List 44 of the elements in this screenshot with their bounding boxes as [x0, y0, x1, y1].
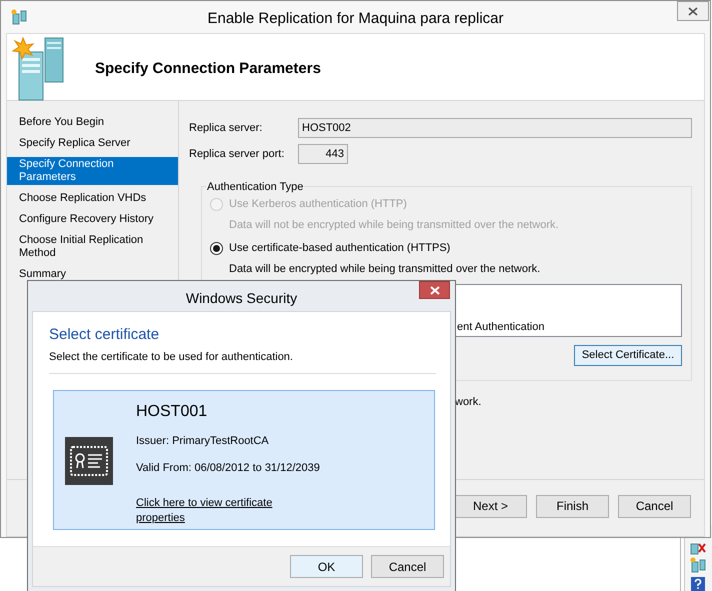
select-certificate-button[interactable]: Select Certificate... — [574, 345, 682, 366]
button[interactable]: Cancel — [618, 494, 691, 518]
certificate-list: ent Authentication — [455, 284, 682, 337]
radio-button[interactable] — [210, 242, 223, 255]
button[interactable]: Finish — [536, 494, 609, 518]
nav-item[interactable]: Specify Replica Server — [7, 136, 178, 151]
field-label: Replica server port: — [189, 146, 286, 162]
field-label: Replica server: — [189, 120, 264, 136]
close-button[interactable] — [419, 281, 450, 299]
button[interactable]: Next > — [454, 494, 527, 518]
nav-item[interactable]: Choose Initial Replication Method — [7, 233, 178, 261]
nav-item[interactable]: Summary — [7, 267, 178, 282]
dialog-instruction: Select the certificate to be used for authentication. — [49, 350, 294, 364]
radio-label: Use Kerberos authentication (HTTP) — [229, 197, 407, 212]
note-text: work. — [455, 395, 482, 410]
option-description: Data will be encrypted while being transmitted over the network. — [229, 262, 542, 276]
page-heading: Specify Connection Parameters — [95, 58, 321, 79]
dialog-title: Windows Security — [186, 289, 298, 308]
button[interactable]: Cancel — [371, 555, 444, 578]
radio-label: Use certificate-based authentication (HTTPS) — [229, 241, 450, 256]
nav-item[interactable]: Choose Replication VHDs — [7, 191, 178, 206]
certificate-icon — [65, 437, 113, 485]
certificate-issuer: Issuer: PrimaryTestRootCA — [136, 434, 270, 449]
certificate-tile[interactable]: HOST001 Issuer: PrimaryTestRootCA Valid From: 06/08/2012 to 31/12/2039 Click here to view certificate properties — [53, 390, 435, 530]
nav-item[interactable]: Before You Begin — [7, 115, 178, 130]
dialog-heading: Select certificate — [49, 325, 160, 345]
text-field[interactable]: 443 — [298, 144, 348, 164]
certificate-properties-link[interactable]: Click here to view certificate properties — [136, 496, 296, 526]
server-icon — [11, 9, 27, 25]
close-icon — [688, 6, 698, 16]
button[interactable]: OK — [290, 555, 363, 578]
add-server-icon[interactable] — [690, 557, 706, 573]
group-legend: Authentication Type — [206, 179, 304, 196]
certificate-validity: Valid From: 06/08/2012 to 31/12/2039 — [136, 460, 320, 476]
nav-item[interactable]: Configure Recovery History — [7, 212, 178, 227]
option-description: Data will not be encrypted while being transmitted over the network. — [229, 218, 560, 232]
nav-item[interactable]: Specify Connection Parameters — [7, 157, 178, 185]
delete-server-icon[interactable] — [690, 541, 706, 555]
certificate-name: HOST001 — [136, 402, 208, 422]
window-title: Enable Replication for Maquina para replicar — [207, 9, 504, 29]
help-icon[interactable] — [690, 576, 706, 591]
close-icon — [430, 286, 440, 294]
close-button[interactable] — [677, 1, 709, 21]
text-field[interactable]: HOST002 — [298, 118, 692, 138]
